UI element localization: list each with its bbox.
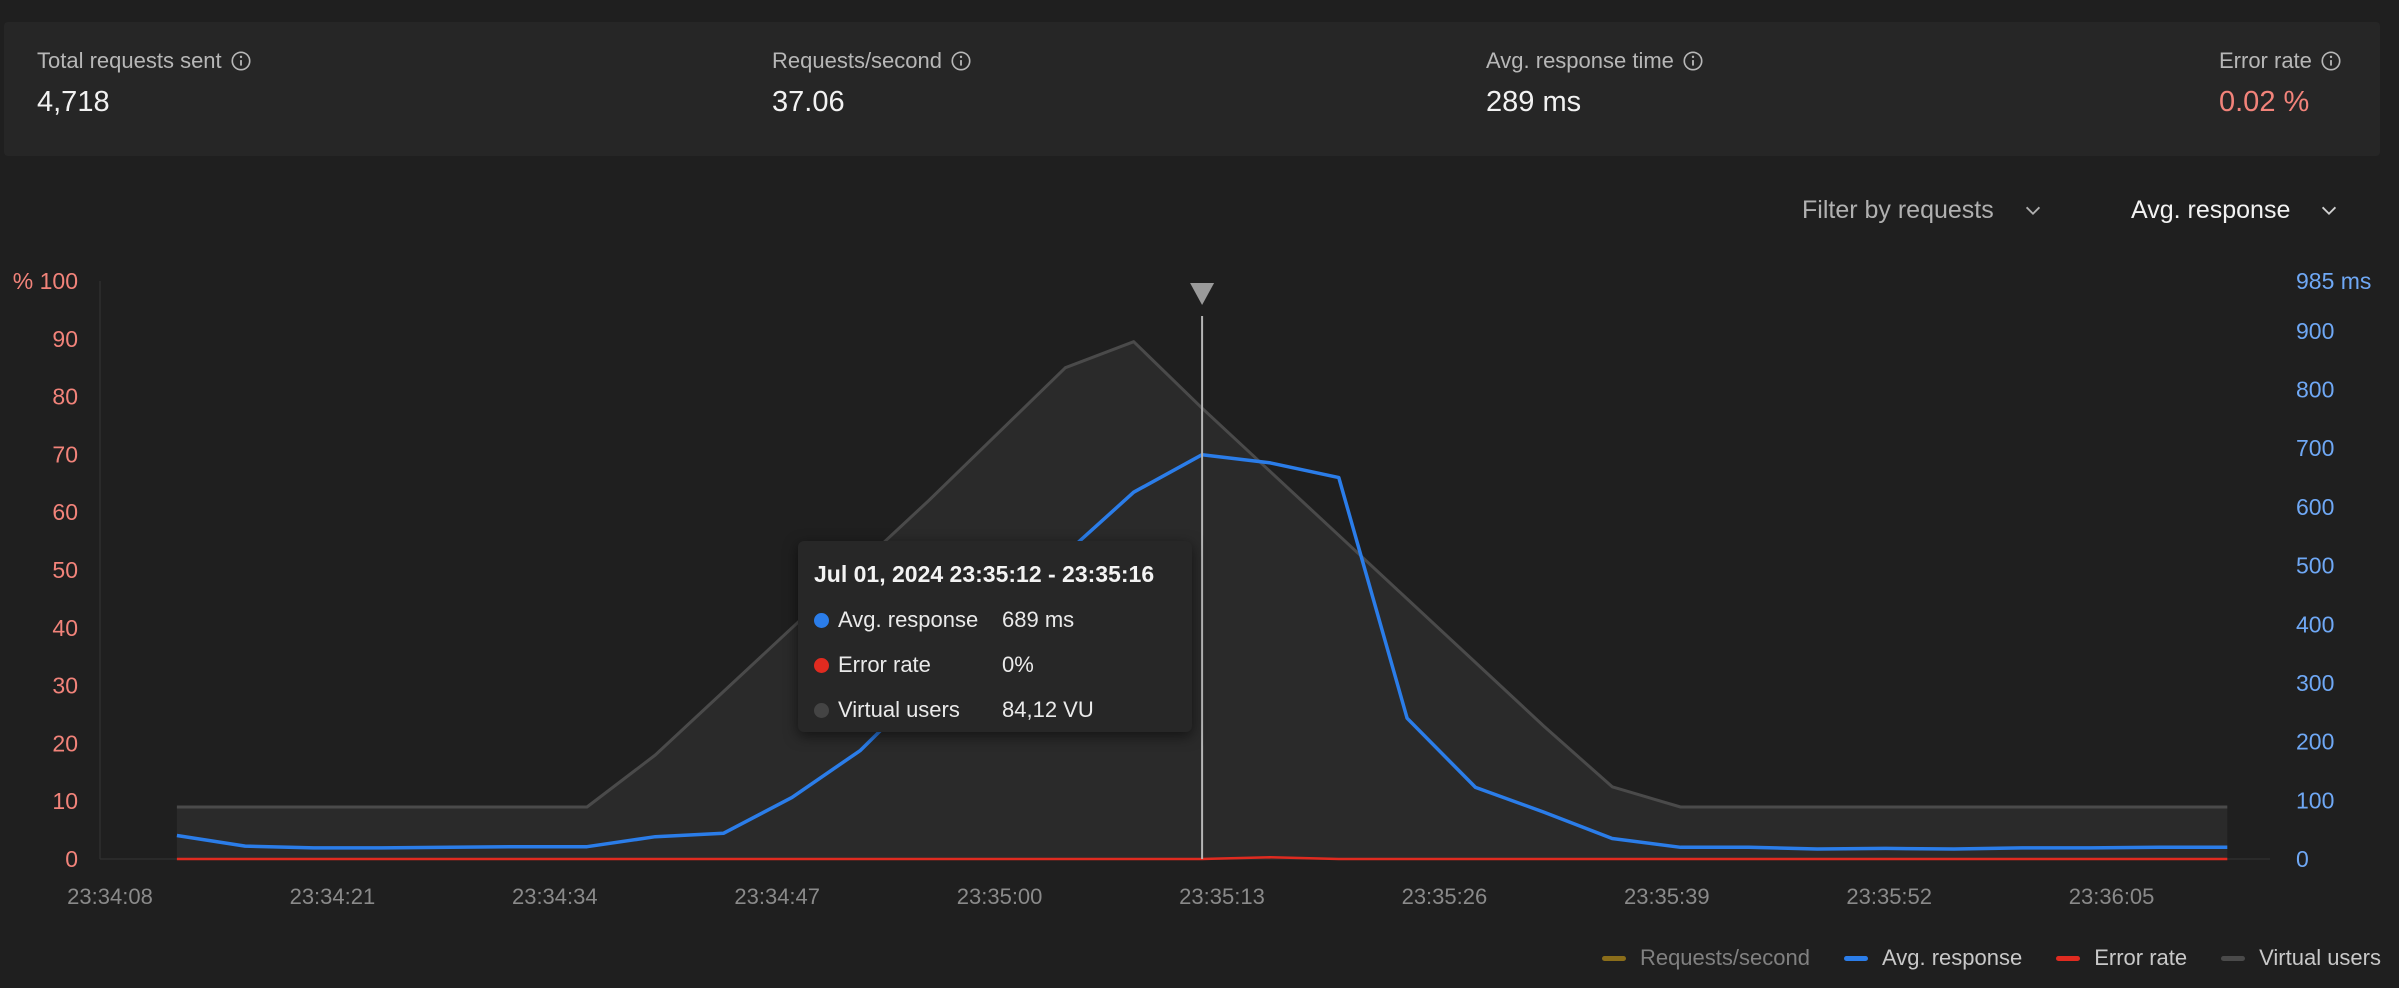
stat-label: Requests/second bbox=[772, 48, 942, 73]
filter-requests-dropdown[interactable]: Filter by requests bbox=[1802, 196, 2044, 225]
info-icon[interactable] bbox=[1682, 50, 1704, 72]
stat-value: 37.06 bbox=[772, 86, 845, 118]
left-axis-tick-label: 60 bbox=[52, 499, 78, 525]
chevron-down-icon bbox=[2025, 206, 2040, 215]
x-axis-tick-label: 23:35:00 bbox=[957, 884, 1043, 909]
legend-swatch bbox=[1843, 955, 1868, 961]
x-axis-tick-label: 23:36:05 bbox=[2069, 884, 2155, 909]
left-axis-tick-label: 80 bbox=[52, 384, 78, 410]
left-axis-tick-label: 0 bbox=[65, 846, 78, 872]
info-icon[interactable] bbox=[230, 50, 252, 72]
chart[interactable]: 0 10 20 30 40 50 60 70 80 90 % 100 0 100 200 300 400 500… bbox=[0, 250, 2399, 920]
right-axis-tick-label: 700 bbox=[2296, 435, 2334, 461]
tooltip-series-value: 84,12 VU bbox=[1002, 697, 1094, 722]
x-axis-tick-label: 23:34:21 bbox=[290, 884, 376, 909]
right-axis-tick-label: 300 bbox=[2296, 670, 2334, 696]
legend-label: Requests/second bbox=[1639, 945, 1810, 970]
legend-item-requests-per-second[interactable]: Requests/second bbox=[1601, 945, 1810, 971]
right-axis-tick-label: 985 ms bbox=[2296, 268, 2371, 294]
chevron-down-icon bbox=[2322, 206, 2337, 215]
right-axis-tick-label: 800 bbox=[2296, 377, 2334, 403]
right-axis-tick-label: 200 bbox=[2296, 729, 2334, 755]
legend-item-virtual-users[interactable]: Virtual users bbox=[2221, 945, 2381, 971]
x-axis-tick-label: 23:34:47 bbox=[734, 884, 820, 909]
stat-label: Avg. response time bbox=[1486, 48, 1674, 73]
metric-dropdown[interactable]: Avg. response bbox=[2131, 196, 2340, 225]
x-axis-tick-label: 23:34:34 bbox=[512, 884, 598, 909]
stat-value: 4,718 bbox=[37, 86, 110, 118]
left-axis-tick-label: % 100 bbox=[13, 268, 78, 294]
stat-avg-response-time: Avg. response time 289 ms bbox=[1486, 48, 1704, 119]
right-axis-tick-label: 900 bbox=[2296, 318, 2334, 344]
left-axis-tick-label: 30 bbox=[52, 673, 78, 699]
series-dot bbox=[814, 702, 829, 718]
right-axis-tick-label: 100 bbox=[2296, 787, 2334, 813]
stat-value: 289 ms bbox=[1486, 86, 1582, 118]
right-axis-tick-label: 400 bbox=[2296, 611, 2334, 637]
right-axis-tick-label: 500 bbox=[2296, 553, 2334, 579]
stat-error-rate: Error rate 0.02 % bbox=[2219, 48, 2342, 119]
legend-label: Error rate bbox=[2094, 945, 2188, 970]
tooltip-series-value: 689 ms bbox=[1002, 607, 1075, 632]
info-icon[interactable] bbox=[2320, 50, 2342, 72]
x-axis-tick-label: 23:34:08 bbox=[67, 884, 153, 909]
dropdown-label: Avg. response bbox=[2131, 196, 2291, 224]
left-axis-tick-label: 50 bbox=[52, 557, 78, 583]
series-dot bbox=[814, 612, 829, 628]
chart-tooltip: Jul 01, 2024 23:35:12 - 23:35:16 Avg. re… bbox=[798, 541, 1192, 732]
left-axis-tick-label: 70 bbox=[52, 441, 78, 467]
legend-swatch bbox=[2056, 955, 2081, 961]
dropdown-label: Filter by requests bbox=[1802, 196, 1994, 224]
tooltip-series-name: Avg. response bbox=[838, 607, 979, 632]
stats-panel: Total requests sent 4,718 Requests/secon… bbox=[4, 22, 2380, 156]
tooltip-row-error-rate: Error rate 0% bbox=[814, 652, 1176, 678]
x-axis-tick-label: 23:35:13 bbox=[1179, 884, 1265, 909]
legend-item-error-rate[interactable]: Error rate bbox=[2056, 945, 2187, 971]
legend-label: Virtual users bbox=[2259, 945, 2381, 970]
tooltip-row-virtual-users: Virtual users 84,12 VU bbox=[814, 697, 1176, 723]
stat-value: 0.02 % bbox=[2219, 86, 2310, 118]
right-axis-tick-label: 600 bbox=[2296, 494, 2334, 520]
stat-label: Error rate bbox=[2219, 48, 2312, 73]
legend-item-avg-response[interactable]: Avg. response bbox=[1843, 945, 2023, 971]
right-axis-tick-label: 0 bbox=[2296, 846, 2309, 872]
tooltip-title: Jul 01, 2024 23:35:12 - 23:35:16 bbox=[814, 561, 1155, 587]
hover-marker-triangle-icon bbox=[1190, 283, 1215, 305]
legend-swatch bbox=[2221, 955, 2246, 961]
legend-swatch bbox=[1601, 955, 1626, 961]
info-icon[interactable] bbox=[950, 50, 972, 72]
tooltip-series-name: Virtual users bbox=[838, 697, 960, 722]
x-axis-tick-label: 23:35:52 bbox=[1846, 884, 1932, 909]
left-axis-tick-label: 40 bbox=[52, 615, 78, 641]
stat-requests-per-second: Requests/second 37.06 bbox=[772, 48, 972, 119]
series-dot bbox=[814, 657, 829, 673]
tooltip-row-avg-response: Avg. response 689 ms bbox=[814, 607, 1176, 633]
legend-label: Avg. response bbox=[1881, 945, 2023, 970]
left-axis-tick-label: 10 bbox=[52, 788, 78, 814]
left-axis-tick-label: 90 bbox=[52, 326, 78, 352]
x-axis-tick-label: 23:35:39 bbox=[1624, 884, 1710, 909]
x-axis-tick-label: 23:35:26 bbox=[1402, 884, 1488, 909]
stat-label: Total requests sent bbox=[37, 48, 222, 73]
tooltip-series-value: 0% bbox=[1002, 652, 1034, 677]
chart-legend: Requests/second Avg. response Error rate… bbox=[1601, 945, 2381, 971]
stat-total-requests: Total requests sent 4,718 bbox=[37, 48, 252, 119]
left-axis-tick-label: 20 bbox=[52, 730, 78, 756]
tooltip-series-name: Error rate bbox=[838, 652, 931, 677]
